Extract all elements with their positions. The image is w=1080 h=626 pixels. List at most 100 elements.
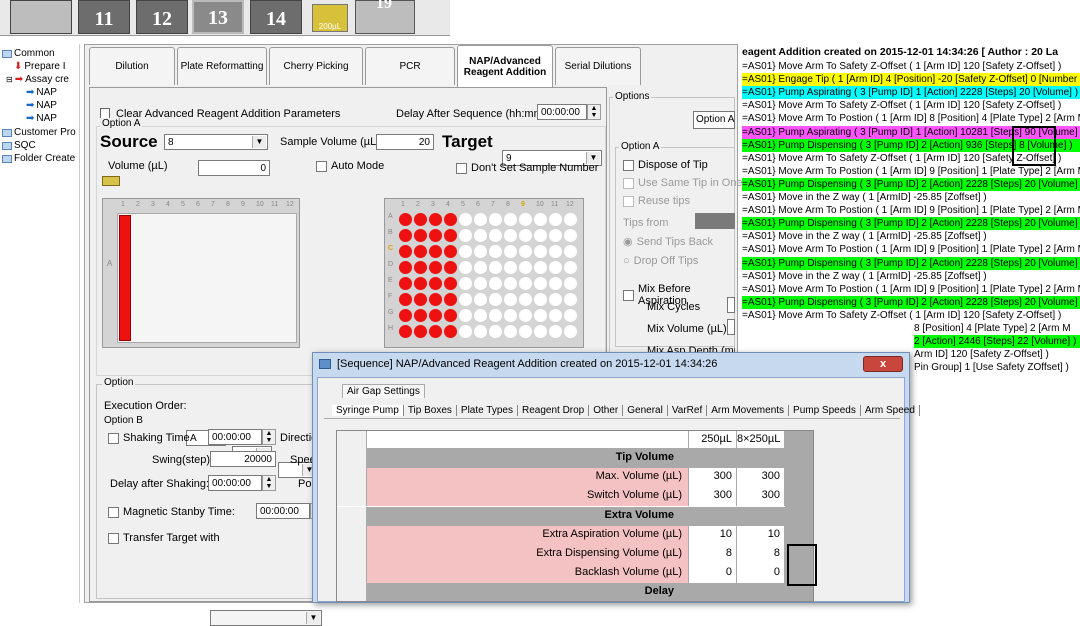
target-well[interactable] (429, 325, 442, 338)
magnetic-standby-checkbox[interactable]: Magnetic Stanby Time: (108, 506, 235, 518)
target-well[interactable] (399, 213, 412, 226)
shaking-time-input[interactable]: 00:00:00 (208, 429, 262, 445)
target-well[interactable] (549, 245, 562, 258)
tree-item-assay[interactable]: ⊟ ➡ Assay cre (6, 74, 69, 85)
dialog-titlebar[interactable]: [Sequence] NAP/Advanced Reagent Addition… (313, 353, 909, 375)
target-well[interactable] (489, 261, 502, 274)
target-well[interactable] (429, 277, 442, 290)
auto-mode-checkbox[interactable]: Auto Mode (316, 160, 384, 172)
target-well[interactable] (429, 309, 442, 322)
target-well[interactable] (504, 277, 517, 290)
dispose-tip-checkbox[interactable]: Dispose of Tip (623, 159, 708, 171)
tab-pcr[interactable]: PCR (365, 47, 455, 85)
transfer-target-select[interactable]: ▼ (210, 610, 322, 626)
target-well[interactable] (459, 261, 472, 274)
target-well[interactable] (534, 245, 547, 258)
target-well[interactable] (534, 229, 547, 242)
dialog-tab-pump-speeds[interactable]: Pump Speeds (789, 404, 861, 416)
target-well[interactable] (474, 277, 487, 290)
tree-item-customer[interactable]: Customer Pro (2, 127, 76, 138)
dialog-tab-arm-movements[interactable]: Arm Movements (707, 404, 790, 416)
target-well[interactable] (414, 213, 427, 226)
target-well[interactable] (429, 213, 442, 226)
target-well[interactable] (519, 277, 532, 290)
target-well[interactable] (444, 309, 457, 322)
target-well[interactable] (549, 325, 562, 338)
target-well[interactable] (549, 309, 562, 322)
target-well[interactable] (504, 245, 517, 258)
mix-volume-input[interactable] (727, 319, 735, 335)
target-well[interactable] (459, 309, 472, 322)
target-well[interactable] (519, 293, 532, 306)
use-same-tip-checkbox[interactable]: Use Same Tip in One Ta (623, 177, 757, 189)
dialog-tab-tip-boxes[interactable]: Tip Boxes (404, 404, 457, 416)
target-well[interactable] (534, 213, 547, 226)
target-well[interactable] (429, 229, 442, 242)
target-well[interactable] (489, 293, 502, 306)
target-well[interactable] (444, 245, 457, 258)
send-tips-back-radio[interactable]: ◉ Send Tips Back (623, 235, 713, 249)
target-well[interactable] (444, 293, 457, 306)
target-well[interactable] (414, 229, 427, 242)
target-well[interactable] (459, 229, 472, 242)
tab-air-gap-settings[interactable]: Air Gap Settings (342, 384, 425, 398)
delay-stepper[interactable]: ▲ ▼ (587, 104, 601, 120)
target-well[interactable] (459, 277, 472, 290)
source-select[interactable]: 8 ▼ (164, 134, 268, 150)
target-well[interactable] (504, 213, 517, 226)
target-well[interactable] (564, 325, 577, 338)
target-well[interactable] (519, 213, 532, 226)
target-well[interactable] (414, 293, 427, 306)
target-well[interactable] (519, 245, 532, 258)
dialog-tab-varref[interactable]: VarRef (668, 404, 708, 416)
target-well[interactable] (474, 309, 487, 322)
target-well[interactable] (549, 293, 562, 306)
target-well[interactable] (489, 277, 502, 290)
shaking-time-checkbox[interactable]: Shaking Time (108, 432, 190, 444)
target-well[interactable] (504, 309, 517, 322)
target-well[interactable] (444, 261, 457, 274)
target-well[interactable] (459, 325, 472, 338)
target-well[interactable] (564, 245, 577, 258)
target-well[interactable] (399, 325, 412, 338)
target-well[interactable] (549, 213, 562, 226)
target-well[interactable] (459, 245, 472, 258)
target-well[interactable] (489, 229, 502, 242)
target-well[interactable] (414, 245, 427, 258)
tree-item-folder-create[interactable]: Folder Create (2, 153, 75, 164)
tree-item-sqc[interactable]: SQC (2, 140, 36, 151)
target-well[interactable] (534, 293, 547, 306)
target-well[interactable] (564, 277, 577, 290)
target-well[interactable] (414, 325, 427, 338)
target-well[interactable] (564, 261, 577, 274)
dialog-tab-plate-types[interactable]: Plate Types (457, 404, 518, 416)
tab-dilution[interactable]: Dilution (89, 47, 175, 85)
target-plate[interactable]: 1 2 3 4 5 6 7 8 9 10 11 12 ABCDEFGH (384, 198, 584, 348)
target-well[interactable] (489, 309, 502, 322)
target-well[interactable] (504, 293, 517, 306)
target-well[interactable] (564, 293, 577, 306)
swing-input[interactable]: 20000 (210, 451, 276, 467)
target-well[interactable] (474, 213, 487, 226)
target-well[interactable] (429, 245, 442, 258)
deck-tip-chip[interactable]: 200µL (312, 4, 348, 32)
dialog-tab-other[interactable]: Other (589, 404, 624, 416)
sample-volume-input[interactable]: 20 (376, 134, 434, 150)
deck-slot-partial[interactable] (10, 0, 72, 34)
target-well[interactable] (504, 229, 517, 242)
tree-item-nap-1[interactable]: ➡ NAP (26, 87, 57, 98)
target-well[interactable] (474, 229, 487, 242)
target-well[interactable] (534, 325, 547, 338)
tab-serial-dilutions[interactable]: Serial Dilutions (555, 47, 641, 85)
target-well[interactable] (399, 229, 412, 242)
target-well[interactable] (549, 277, 562, 290)
option-a-button[interactable]: Option A (693, 111, 735, 129)
tab-nap-advanced[interactable]: NAP/Advanced Reagent Addition (457, 45, 553, 87)
transfer-target-checkbox[interactable]: Transfer Target with (108, 532, 220, 544)
tree-item-nap-3[interactable]: ➡ NAP (26, 113, 57, 124)
folder-open-icon[interactable] (102, 176, 120, 186)
target-well[interactable] (549, 229, 562, 242)
mix-cycles-input[interactable] (727, 297, 735, 313)
deck-slot-14[interactable]: 14 (250, 0, 302, 34)
target-well[interactable] (399, 293, 412, 306)
